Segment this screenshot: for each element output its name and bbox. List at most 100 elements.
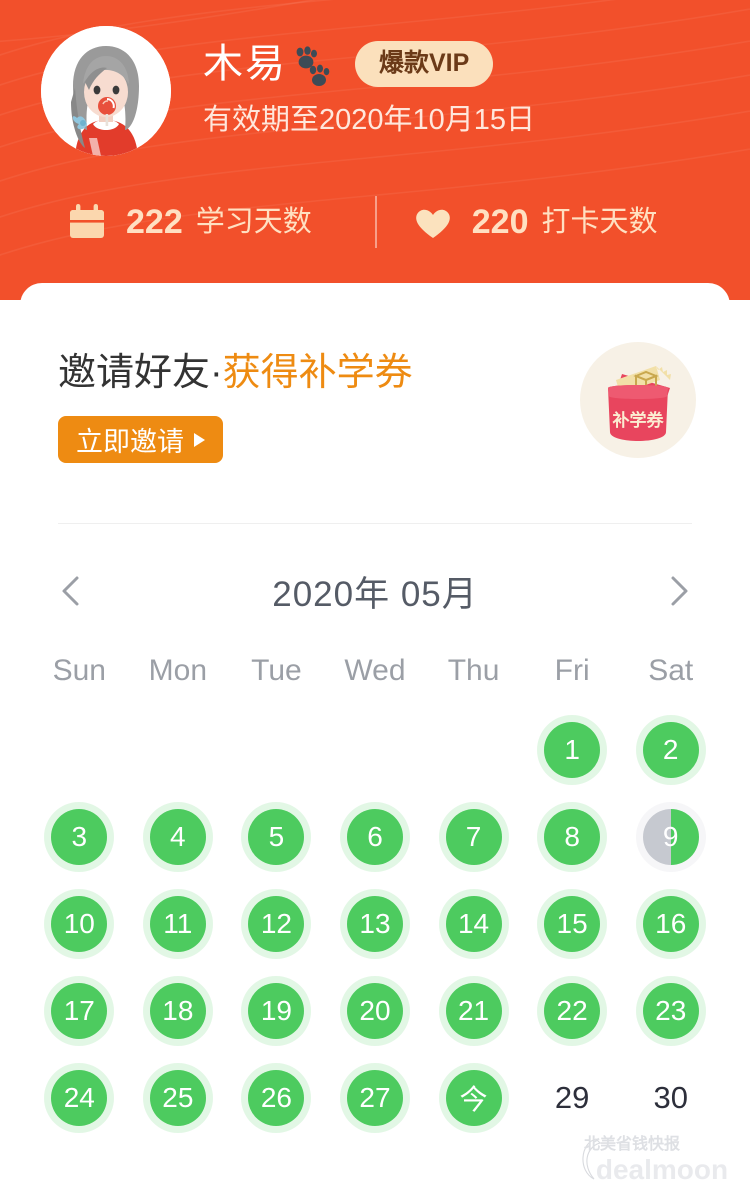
calendar-day-8: 8 [544, 808, 601, 865]
stat-study-days: 222 学习天数 [66, 186, 312, 258]
calendar-icon [70, 204, 104, 238]
calendar-day-blank [446, 722, 502, 778]
stat-study-days-label: 学习天数 [195, 206, 312, 238]
calendar-day[interactable]: 23 [621, 976, 720, 1045]
calendar-day-grid: 1 2 3 4 5 6 7 8 9 10 11 12 13 14 15 16 17 18 19 20 21 22 23 24 2… [20, 715, 730, 1132]
calendar-day-17: 17 [51, 982, 108, 1039]
calendar-day[interactable]: 22 [523, 976, 622, 1045]
calendar-day-27: 27 [346, 1069, 403, 1126]
calendar-day-10: 10 [51, 895, 108, 952]
calendar-day-19: 19 [248, 982, 305, 1039]
weekday-fri: Fri [554, 654, 590, 687]
invite-title-part1: 邀请好友· [58, 352, 223, 394]
calendar-day[interactable]: 3 [30, 802, 129, 871]
profile-header: 木易 爆款VIP 有效期至2020年10月15日 222 学习天数 220 打卡… [0, 0, 750, 300]
heart-icon [415, 209, 450, 238]
calendar-day[interactable]: 29 [523, 1063, 622, 1132]
weekday-sat: Sat [648, 654, 694, 687]
checkin-calendar: 2020年 05月 Sun Mon Tue Wed Thu Fri Sat 12… [20, 543, 730, 1132]
weekday-tue: Tue [251, 654, 302, 687]
calendar-day[interactable]: 2 [621, 715, 720, 784]
calendar-day[interactable]: 4 [129, 802, 228, 871]
calendar-day[interactable]: 14 [424, 889, 523, 958]
user-name: 木易 [203, 42, 287, 86]
calendar-day-5: 5 [248, 808, 305, 865]
calendar-header: 2020年 05月 [20, 543, 730, 639]
invite-title-part2: 获得补学券 [222, 352, 413, 394]
calendar-day-blank [51, 722, 107, 778]
chevron-left-icon[interactable] [50, 569, 94, 613]
calendar-day-24: 24 [51, 1069, 108, 1126]
calendar-day-22: 22 [544, 982, 601, 1039]
vip-badge[interactable]: 爆款VIP [355, 41, 494, 87]
calendar-day[interactable]: 15 [523, 889, 622, 958]
calendar-day[interactable]: 26 [227, 1063, 326, 1132]
user-name-row: 木易 爆款VIP [203, 38, 494, 90]
calendar-day-empty [227, 715, 326, 784]
weekday-wed: Wed [344, 654, 406, 687]
weekday-mon: Mon [148, 654, 208, 687]
calendar-day-1: 1 [544, 721, 601, 778]
girl-with-lollipop-avatar [41, 26, 171, 156]
calendar-day[interactable]: 5 [227, 802, 326, 871]
calendar-day-16: 16 [642, 895, 699, 952]
content-card: 邀请好友·获得补学券 立即邀请 补学券 2020年 05月 Sun Mon Tu… [20, 283, 730, 1199]
calendar-day[interactable]: 21 [424, 976, 523, 1045]
calendar-day-20: 20 [346, 982, 403, 1039]
membership-valid-until: 有效期至2020年10月15日 [203, 104, 536, 136]
calendar-day-blank [248, 722, 304, 778]
calendar-day-empty [129, 715, 228, 784]
avatar[interactable] [41, 26, 171, 156]
calendar-day[interactable]: 1 [523, 715, 622, 784]
weekday-sun: Sun [52, 654, 106, 687]
calendar-day[interactable]: 10 [30, 889, 129, 958]
calendar-day[interactable]: 11 [129, 889, 228, 958]
calendar-day-23: 23 [642, 982, 699, 1039]
calendar-day[interactable]: 6 [326, 802, 425, 871]
calendar-day[interactable]: 7 [424, 802, 523, 871]
calendar-month-title: 2020年 05月 [272, 574, 478, 614]
calendar-day-29: 29 [554, 1079, 590, 1115]
calendar-day[interactable]: 18 [129, 976, 228, 1045]
weekday-thu: Thu [447, 654, 500, 687]
calendar-day[interactable]: 20 [326, 976, 425, 1045]
calendar-day[interactable]: 19 [227, 976, 326, 1045]
stat-checkin-days-label: 打卡天数 [541, 206, 658, 238]
calendar-day-blank [150, 722, 206, 778]
play-triangle-icon [194, 432, 205, 447]
calendar-day[interactable]: 今 [424, 1063, 523, 1132]
calendar-day[interactable]: 9 [621, 802, 720, 871]
stat-study-days-value: 222 [126, 203, 183, 241]
calendar-day-blank [347, 722, 403, 778]
calendar-day-13: 13 [346, 895, 403, 952]
calendar-day[interactable]: 27 [326, 1063, 425, 1132]
calendar-day-7: 7 [445, 808, 502, 865]
calendar-day-21: 21 [445, 982, 502, 1039]
calendar-day-9: 9 [642, 808, 699, 865]
coupon-pouch-icon: 补学券 [580, 342, 696, 458]
calendar-day-2: 2 [642, 721, 699, 778]
calendar-day[interactable]: 17 [30, 976, 129, 1045]
stat-checkin-days: 220 打卡天数 [412, 186, 658, 258]
calendar-day[interactable]: 12 [227, 889, 326, 958]
calendar-day[interactable]: 16 [621, 889, 720, 958]
calendar-day[interactable]: 30 [621, 1063, 720, 1132]
calendar-day-30: 30 [653, 1079, 688, 1115]
calendar-day-empty [326, 715, 425, 784]
calendar-day[interactable]: 13 [326, 889, 425, 958]
invite-now-button[interactable]: 立即邀请 [58, 416, 223, 463]
calendar-day[interactable]: 8 [523, 802, 622, 871]
stat-checkin-days-value: 220 [471, 203, 529, 241]
calendar-day-今: 今 [445, 1069, 502, 1126]
chevron-right-icon[interactable] [656, 569, 700, 613]
calendar-day[interactable]: 24 [30, 1063, 129, 1132]
calendar-day-3: 3 [51, 808, 108, 865]
calendar-day-18: 18 [149, 982, 206, 1039]
calendar-day-empty [424, 715, 523, 784]
calendar-day-empty [30, 715, 129, 784]
invite-now-button-label: 立即邀请 [76, 427, 184, 457]
invite-title: 邀请好友·获得补学券 [58, 349, 413, 397]
calendar-day-26: 26 [248, 1069, 305, 1126]
calendar-day[interactable]: 25 [129, 1063, 228, 1132]
calendar-day-15: 15 [544, 895, 601, 952]
